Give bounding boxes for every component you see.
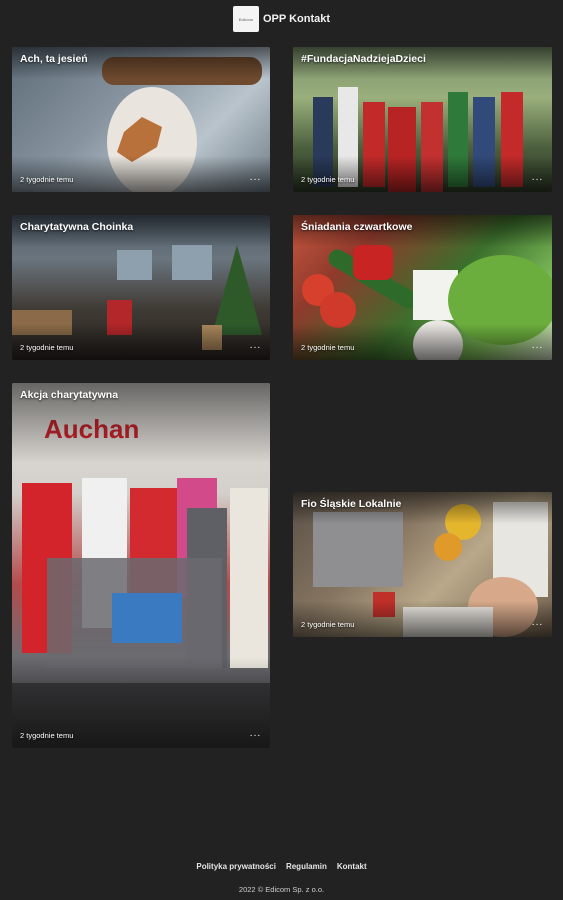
more-options-icon[interactable]: ··· — [250, 175, 262, 185]
logo-text: Edicom — [238, 16, 254, 22]
terms-link[interactable]: Regulamin — [286, 862, 327, 871]
post-card-fundacja[interactable]: #FundacjaNadziejaDzieci 2 tygodnie temu … — [293, 47, 552, 192]
header: Edicom OPP Kontakt — [0, 0, 563, 38]
post-time: 2 tygodnie temu — [20, 731, 74, 740]
post-time: 2 tygodnie temu — [301, 175, 355, 184]
post-card-ach-ta-jesien[interactable]: Ach, ta jesień 2 tygodnie temu ··· — [12, 47, 270, 192]
post-card-akcja-charytatywna[interactable]: Auchan Akcja charytatywna 2 tygodnie tem… — [12, 383, 270, 748]
more-options-icon[interactable]: ··· — [532, 175, 544, 185]
post-title: Fio Śląskie Lokalnie — [301, 498, 402, 510]
privacy-policy-link[interactable]: Polityka prywatności — [196, 862, 276, 871]
more-options-icon[interactable]: ··· — [532, 343, 544, 353]
copyright: 2022 © Edicom Sp. z o.o. — [238, 885, 325, 894]
post-time: 2 tygodnie temu — [20, 343, 74, 352]
post-title: Charytatywna Choinka — [20, 221, 134, 233]
post-title: Ach, ta jesień — [20, 53, 88, 65]
more-options-icon[interactable]: ··· — [250, 343, 262, 353]
contact-link[interactable]: Kontakt — [337, 862, 367, 871]
post-card-sniadania-czwartkowe[interactable]: Śniadania czwartkowe 2 tygodnie temu ··· — [293, 215, 552, 360]
post-title: #FundacjaNadziejaDzieci — [301, 53, 426, 65]
post-title: Śniadania czwartkowe — [301, 221, 413, 233]
more-options-icon[interactable]: ··· — [532, 620, 544, 630]
more-options-icon[interactable]: ··· — [250, 731, 262, 741]
brand-logo[interactable]: Edicom — [232, 6, 259, 32]
post-title: Akcja charytatywna — [20, 389, 119, 401]
brand-name[interactable]: OPP Kontakt — [263, 13, 330, 25]
post-time: 2 tygodnie temu — [20, 175, 74, 184]
post-card-fio-slaskie-lokalnie[interactable]: Fio Śląskie Lokalnie 2 tygodnie temu ··· — [293, 492, 552, 637]
post-time: 2 tygodnie temu — [301, 620, 355, 629]
post-time: 2 tygodnie temu — [301, 343, 355, 352]
post-card-charytatywna-choinka[interactable]: Charytatywna Choinka 2 tygodnie temu ··· — [12, 215, 270, 360]
footer-links: Polityka prywatności Regulamin Kontakt — [0, 862, 563, 871]
